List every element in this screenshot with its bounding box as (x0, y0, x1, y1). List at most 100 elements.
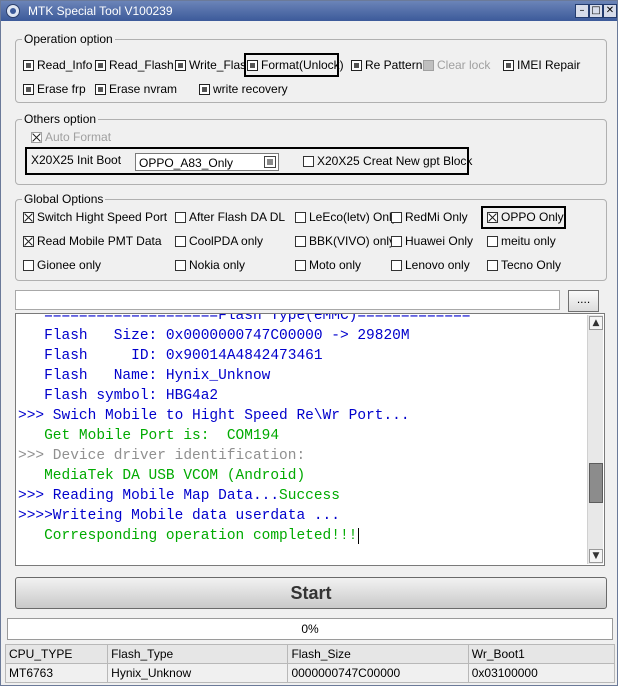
checkbox-icon (487, 259, 498, 271)
write-flash-checkbox[interactable]: Write_Flash (175, 57, 245, 73)
checkbox-label: BBK(VIVO) only (309, 234, 396, 248)
start-button[interactable]: Start (15, 577, 607, 609)
scroll-down-icon[interactable]: ▼ (589, 549, 603, 563)
huawei-only-checkbox[interactable]: Huawei Only (391, 233, 473, 249)
table-cell: 0000000747C00000 (287, 663, 469, 683)
log-scrollbar[interactable]: ▲ ▼ (587, 315, 603, 564)
close-icon[interactable]: ✕ (603, 4, 617, 18)
checkbox-icon (391, 259, 402, 271)
window-title: MTK Special Tool V100239 (28, 4, 173, 18)
moto-only-checkbox[interactable]: Moto only (295, 257, 361, 273)
gionee-only-checkbox[interactable]: Gionee only (23, 257, 101, 273)
re-pattern-lock-checkbox[interactable]: Re Pattern lock (351, 57, 425, 73)
switch-speed-port-checkbox[interactable]: Switch Hight Speed Port (23, 209, 167, 225)
title-bar: MTK Special Tool V100239 – □ ✕ (1, 1, 617, 21)
checkbox-label: IMEI Repair (517, 58, 581, 72)
checkbox-icon (175, 259, 186, 271)
checkbox-label: Tecno Only (501, 258, 562, 272)
checkbox-icon (487, 235, 498, 247)
scroll-up-icon[interactable]: ▲ (589, 316, 603, 330)
checkbox-label: X20X25 Creat New gpt Block (317, 154, 473, 168)
log-line: ====================Flash Type(eMMC)====… (18, 313, 471, 324)
checkbox-label: LeEco(letv) Only (309, 210, 398, 224)
clear-lock-checkbox[interactable]: Clear lock (423, 57, 490, 73)
checkbox-icon (23, 235, 34, 247)
checkbox-label: Write_Flash (189, 58, 245, 72)
table-header-row: CPU_TYPE Flash_Type Flash_Size Wr_Boot1 (4, 644, 616, 664)
checkbox-icon (391, 211, 402, 223)
init-boot-label: X20X25 Init Boot (31, 153, 122, 167)
progress-bar: 0% (7, 618, 613, 640)
init-boot-dropdown[interactable]: OPPO_A83_Only (135, 153, 279, 171)
checkbox-label: write recovery (213, 82, 288, 96)
browse-button[interactable]: .... (568, 290, 599, 312)
checkbox-label: Format(Unlock) (261, 58, 344, 72)
checkbox-label: OPPO Only (501, 210, 564, 224)
checkbox-icon (247, 59, 258, 71)
checkbox-label: Re Pattern lock (365, 58, 425, 72)
write-recovery-checkbox[interactable]: write recovery (199, 81, 288, 97)
erase-nvram-checkbox[interactable]: Erase nvram (95, 81, 177, 97)
nokia-only-checkbox[interactable]: Nokia only (175, 257, 245, 273)
table-cell: MT6763 (4, 663, 109, 683)
table-header-cell: CPU_TYPE (4, 644, 109, 664)
log-line: Get Mobile Port is: COM194 (18, 428, 280, 444)
operation-option-legend: Operation option (22, 32, 115, 46)
after-flash-da-checkbox[interactable]: After Flash DA DL (175, 209, 285, 225)
checkbox-label: Erase frp (37, 82, 86, 96)
checkbox-label: meitu only (501, 234, 556, 248)
checkbox-icon (295, 259, 306, 271)
checkbox-label: Gionee only (37, 258, 102, 272)
log-line: Flash ID: 0x90014A4842473461 (18, 348, 323, 364)
checkbox-icon (199, 83, 210, 95)
checkbox-icon (391, 235, 402, 247)
table-row: MT6763 Hynix_Unknow 0000000747C00000 0x0… (4, 663, 616, 683)
scroll-thumb[interactable] (589, 463, 603, 503)
redmi-only-checkbox[interactable]: RedMi Only (391, 209, 468, 225)
maximize-icon[interactable]: □ (589, 4, 603, 18)
log-output[interactable]: ====================Flash Type(eMMC)====… (15, 313, 605, 566)
creat-gpt-block-checkbox[interactable]: X20X25 Creat New gpt Block (303, 153, 472, 169)
dropdown-value: OPPO_A83_Only (139, 156, 234, 170)
checkbox-label: After Flash DA DL (189, 210, 286, 224)
checkbox-icon (23, 211, 34, 223)
log-line: Corresponding operation completed!!!​ (18, 528, 360, 544)
checkbox-icon (295, 211, 306, 223)
checkbox-label: CoolPDA only (189, 234, 264, 248)
log-line: >>> Reading Mobile Map Data...Success (18, 488, 340, 504)
file-path-input[interactable] (15, 290, 560, 310)
read-flash-checkbox[interactable]: Read_Flash (95, 57, 174, 73)
lenovo-only-checkbox[interactable]: Lenovo only (391, 257, 470, 273)
read-pmt-data-checkbox[interactable]: Read Mobile PMT Data (23, 233, 162, 249)
leeco-only-checkbox[interactable]: LeEco(letv) Only (295, 209, 398, 225)
read-info-checkbox[interactable]: Read_Info (23, 57, 92, 73)
checkbox-label: Clear lock (437, 58, 491, 72)
checkbox-icon (295, 235, 306, 247)
app-logo-icon (6, 4, 20, 18)
checkbox-icon (175, 235, 186, 247)
imei-repair-checkbox[interactable]: IMEI Repair (503, 57, 580, 73)
checkbox-icon (487, 211, 498, 223)
checkbox-label: Auto Format (45, 130, 112, 144)
tecno-only-checkbox[interactable]: Tecno Only (487, 257, 561, 273)
log-line: Flash symbol: HBG4a2 (18, 388, 219, 404)
checkbox-label: Lenovo only (405, 258, 470, 272)
meitu-only-checkbox[interactable]: meitu only (487, 233, 556, 249)
format-unlock-checkbox[interactable]: Format(Unlock) (247, 57, 344, 73)
erase-frp-checkbox[interactable]: Erase frp (23, 81, 86, 97)
checkbox-icon (175, 59, 186, 71)
device-info-table: CPU_TYPE Flash_Type Flash_Size Wr_Boot1 … (4, 644, 616, 683)
coolpda-only-checkbox[interactable]: CoolPDA only (175, 233, 263, 249)
log-line: >>>>Writeing Mobile data userdata ... (18, 508, 340, 524)
checkbox-label: Read_Flash (109, 58, 174, 72)
auto-format-checkbox[interactable]: Auto Format (31, 129, 111, 145)
oppo-only-checkbox[interactable]: OPPO Only (487, 209, 564, 225)
table-cell: 0x03100000 (467, 663, 616, 683)
checkbox-icon (503, 59, 514, 71)
log-line: >>> Device driver identification: (18, 448, 306, 464)
checkbox-label: Read Mobile PMT Data (37, 234, 162, 248)
app-window: MTK Special Tool V100239 – □ ✕ Operation… (0, 0, 618, 686)
minimize-icon[interactable]: – (575, 4, 589, 18)
bbk-vivo-only-checkbox[interactable]: BBK(VIVO) only (295, 233, 395, 249)
table-cell: Hynix_Unknow (107, 663, 289, 683)
